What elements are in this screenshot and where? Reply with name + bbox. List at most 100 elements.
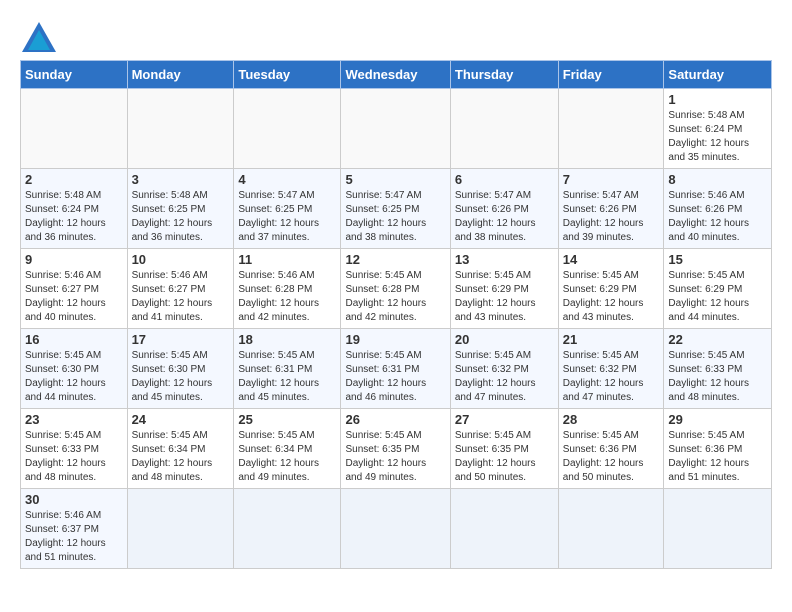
calendar-table: SundayMondayTuesdayWednesdayThursdayFrid…: [20, 60, 772, 569]
calendar-cell: [21, 89, 128, 169]
calendar-cell: [450, 89, 558, 169]
calendar-cell: 15Sunrise: 5:45 AM Sunset: 6:29 PM Dayli…: [664, 249, 772, 329]
weekday-header-monday: Monday: [127, 61, 234, 89]
day-info: Sunrise: 5:45 AM Sunset: 6:30 PM Dayligh…: [25, 349, 123, 405]
calendar-cell: [234, 89, 341, 169]
calendar-cell: 11 Sunrise: 5:46 AM Sunset: 6:28 PM Dayli…: [234, 249, 341, 329]
day-info: Sunrise: 5:45 AM Sunset: 6:34 PM Dayligh…: [132, 429, 230, 485]
day-number: 5: [345, 172, 445, 187]
day-info: Sunrise: 5:45 AM Sunset: 6:33 PM Dayligh…: [25, 429, 123, 485]
day-info: Sunrise: 5:48 AM Sunset: 6:25 PM Dayligh…: [132, 189, 230, 245]
day-number: 19: [345, 332, 445, 347]
day-info: Sunrise: 5:48 AM Sunset: 6:24 PM Dayligh…: [668, 109, 767, 165]
day-info: Sunrise: 5:45 AM Sunset: 6:28 PM Dayligh…: [345, 269, 445, 325]
day-number: 3: [132, 172, 230, 187]
day-number: 30: [25, 492, 123, 507]
page-header: [20, 20, 772, 54]
calendar-cell: 9 Sunrise: 5:46 AM Sunset: 6:27 PM Daylig…: [21, 249, 128, 329]
day-number: 8: [668, 172, 767, 187]
calendar-cell: 8 Sunrise: 5:46 AM Sunset: 6:26 PM Daylig…: [664, 169, 772, 249]
day-info: Sunrise: 5:46 AM Sunset: 6:28 PM Dayligh…: [238, 269, 336, 325]
calendar-cell: [664, 489, 772, 569]
day-number: 13: [455, 252, 554, 267]
day-number: 26: [345, 412, 445, 427]
calendar-cell: 27Sunrise: 5:45 AM Sunset: 6:35 PM Dayli…: [450, 409, 558, 489]
calendar-cell: 12 Sunrise: 5:45 AM Sunset: 6:28 PM Dayli…: [341, 249, 450, 329]
calendar-cell: 23 Sunrise: 5:45 AM Sunset: 6:33 PM Dayli…: [21, 409, 128, 489]
day-number: 11: [238, 252, 336, 267]
day-info: Sunrise: 5:45 AM Sunset: 6:31 PM Dayligh…: [238, 349, 336, 405]
day-number: 9: [25, 252, 123, 267]
day-number: 28: [563, 412, 660, 427]
day-info: Sunrise: 5:47 AM Sunset: 6:26 PM Dayligh…: [455, 189, 554, 245]
day-number: 24: [132, 412, 230, 427]
day-number: 4: [238, 172, 336, 187]
logo: [20, 20, 62, 54]
calendar-cell: 14 Sunrise: 5:45 AM Sunset: 6:29 PM Dayli…: [558, 249, 664, 329]
day-info: Sunrise: 5:45 AM Sunset: 6:36 PM Dayligh…: [563, 429, 660, 485]
day-number: 1: [668, 92, 767, 107]
day-info: Sunrise: 5:45 AM Sunset: 6:35 PM Dayligh…: [345, 429, 445, 485]
calendar-cell: [127, 89, 234, 169]
day-number: 25: [238, 412, 336, 427]
calendar-cell: 7 Sunrise: 5:47 AM Sunset: 6:26 PM Daylig…: [558, 169, 664, 249]
day-info: Sunrise: 5:45 AM Sunset: 6:31 PM Dayligh…: [345, 349, 445, 405]
calendar-cell: 30Sunrise: 5:46 AM Sunset: 6:37 PM Dayli…: [21, 489, 128, 569]
day-number: 23: [25, 412, 123, 427]
day-info: Sunrise: 5:46 AM Sunset: 6:27 PM Dayligh…: [25, 269, 123, 325]
calendar-cell: 4 Sunrise: 5:47 AM Sunset: 6:25 PM Daylig…: [234, 169, 341, 249]
day-info: Sunrise: 5:45 AM Sunset: 6:30 PM Dayligh…: [132, 349, 230, 405]
calendar-cell: 3 Sunrise: 5:48 AM Sunset: 6:25 PM Daylig…: [127, 169, 234, 249]
calendar-cell: 20Sunrise: 5:45 AM Sunset: 6:32 PM Dayli…: [450, 329, 558, 409]
day-info: Sunrise: 5:48 AM Sunset: 6:24 PM Dayligh…: [25, 189, 123, 245]
calendar-cell: [341, 489, 450, 569]
day-number: 20: [455, 332, 554, 347]
day-number: 22: [668, 332, 767, 347]
weekday-header-friday: Friday: [558, 61, 664, 89]
calendar-cell: 28 Sunrise: 5:45 AM Sunset: 6:36 PM Dayli…: [558, 409, 664, 489]
calendar-cell: 24 Sunrise: 5:45 AM Sunset: 6:34 PM Dayli…: [127, 409, 234, 489]
calendar-cell: 19 Sunrise: 5:45 AM Sunset: 6:31 PM Dayli…: [341, 329, 450, 409]
day-number: 16: [25, 332, 123, 347]
calendar-cell: [234, 489, 341, 569]
weekday-header-sunday: Sunday: [21, 61, 128, 89]
day-info: Sunrise: 5:45 AM Sunset: 6:34 PM Dayligh…: [238, 429, 336, 485]
calendar-cell: 2 Sunrise: 5:48 AM Sunset: 6:24 PM Daylig…: [21, 169, 128, 249]
day-info: Sunrise: 5:47 AM Sunset: 6:25 PM Dayligh…: [345, 189, 445, 245]
calendar-cell: 16 Sunrise: 5:45 AM Sunset: 6:30 PM Dayli…: [21, 329, 128, 409]
day-info: Sunrise: 5:45 AM Sunset: 6:29 PM Dayligh…: [455, 269, 554, 325]
calendar-cell: 26 Sunrise: 5:45 AM Sunset: 6:35 PM Dayli…: [341, 409, 450, 489]
calendar-cell: 6 Sunrise: 5:47 AM Sunset: 6:26 PM Daylig…: [450, 169, 558, 249]
weekday-header-saturday: Saturday: [664, 61, 772, 89]
calendar-cell: 13 Sunrise: 5:45 AM Sunset: 6:29 PM Dayli…: [450, 249, 558, 329]
day-number: 18: [238, 332, 336, 347]
calendar-cell: 25 Sunrise: 5:45 AM Sunset: 6:34 PM Dayli…: [234, 409, 341, 489]
day-number: 12: [345, 252, 445, 267]
day-number: 10: [132, 252, 230, 267]
day-number: 29: [668, 412, 767, 427]
day-info: Sunrise: 5:45 AM Sunset: 6:32 PM Dayligh…: [563, 349, 660, 405]
day-info: Sunrise: 5:47 AM Sunset: 6:26 PM Dayligh…: [563, 189, 660, 245]
calendar-cell: 18 Sunrise: 5:45 AM Sunset: 6:31 PM Dayli…: [234, 329, 341, 409]
weekday-header-thursday: Thursday: [450, 61, 558, 89]
day-info: Sunrise: 5:47 AM Sunset: 6:25 PM Dayligh…: [238, 189, 336, 245]
day-number: 7: [563, 172, 660, 187]
day-number: 27: [455, 412, 554, 427]
day-info: Sunrise: 5:45 AM Sunset: 6:33 PM Dayligh…: [668, 349, 767, 405]
calendar-cell: [558, 89, 664, 169]
calendar-cell: 22 Sunrise: 5:45 AM Sunset: 6:33 PM Dayli…: [664, 329, 772, 409]
calendar-cell: [558, 489, 664, 569]
day-info: Sunrise: 5:46 AM Sunset: 6:27 PM Dayligh…: [132, 269, 230, 325]
day-info: Sunrise: 5:45 AM Sunset: 6:29 PM Dayligh…: [563, 269, 660, 325]
day-number: 2: [25, 172, 123, 187]
calendar-cell: 17Sunrise: 5:45 AM Sunset: 6:30 PM Dayli…: [127, 329, 234, 409]
calendar-cell: 21 Sunrise: 5:45 AM Sunset: 6:32 PM Dayli…: [558, 329, 664, 409]
day-number: 15: [668, 252, 767, 267]
day-number: 21: [563, 332, 660, 347]
weekday-header-tuesday: Tuesday: [234, 61, 341, 89]
day-number: 6: [455, 172, 554, 187]
day-info: Sunrise: 5:46 AM Sunset: 6:26 PM Dayligh…: [668, 189, 767, 245]
day-number: 14: [563, 252, 660, 267]
calendar-cell: 10 Sunrise: 5:46 AM Sunset: 6:27 PM Dayli…: [127, 249, 234, 329]
day-info: Sunrise: 5:45 AM Sunset: 6:36 PM Dayligh…: [668, 429, 767, 485]
